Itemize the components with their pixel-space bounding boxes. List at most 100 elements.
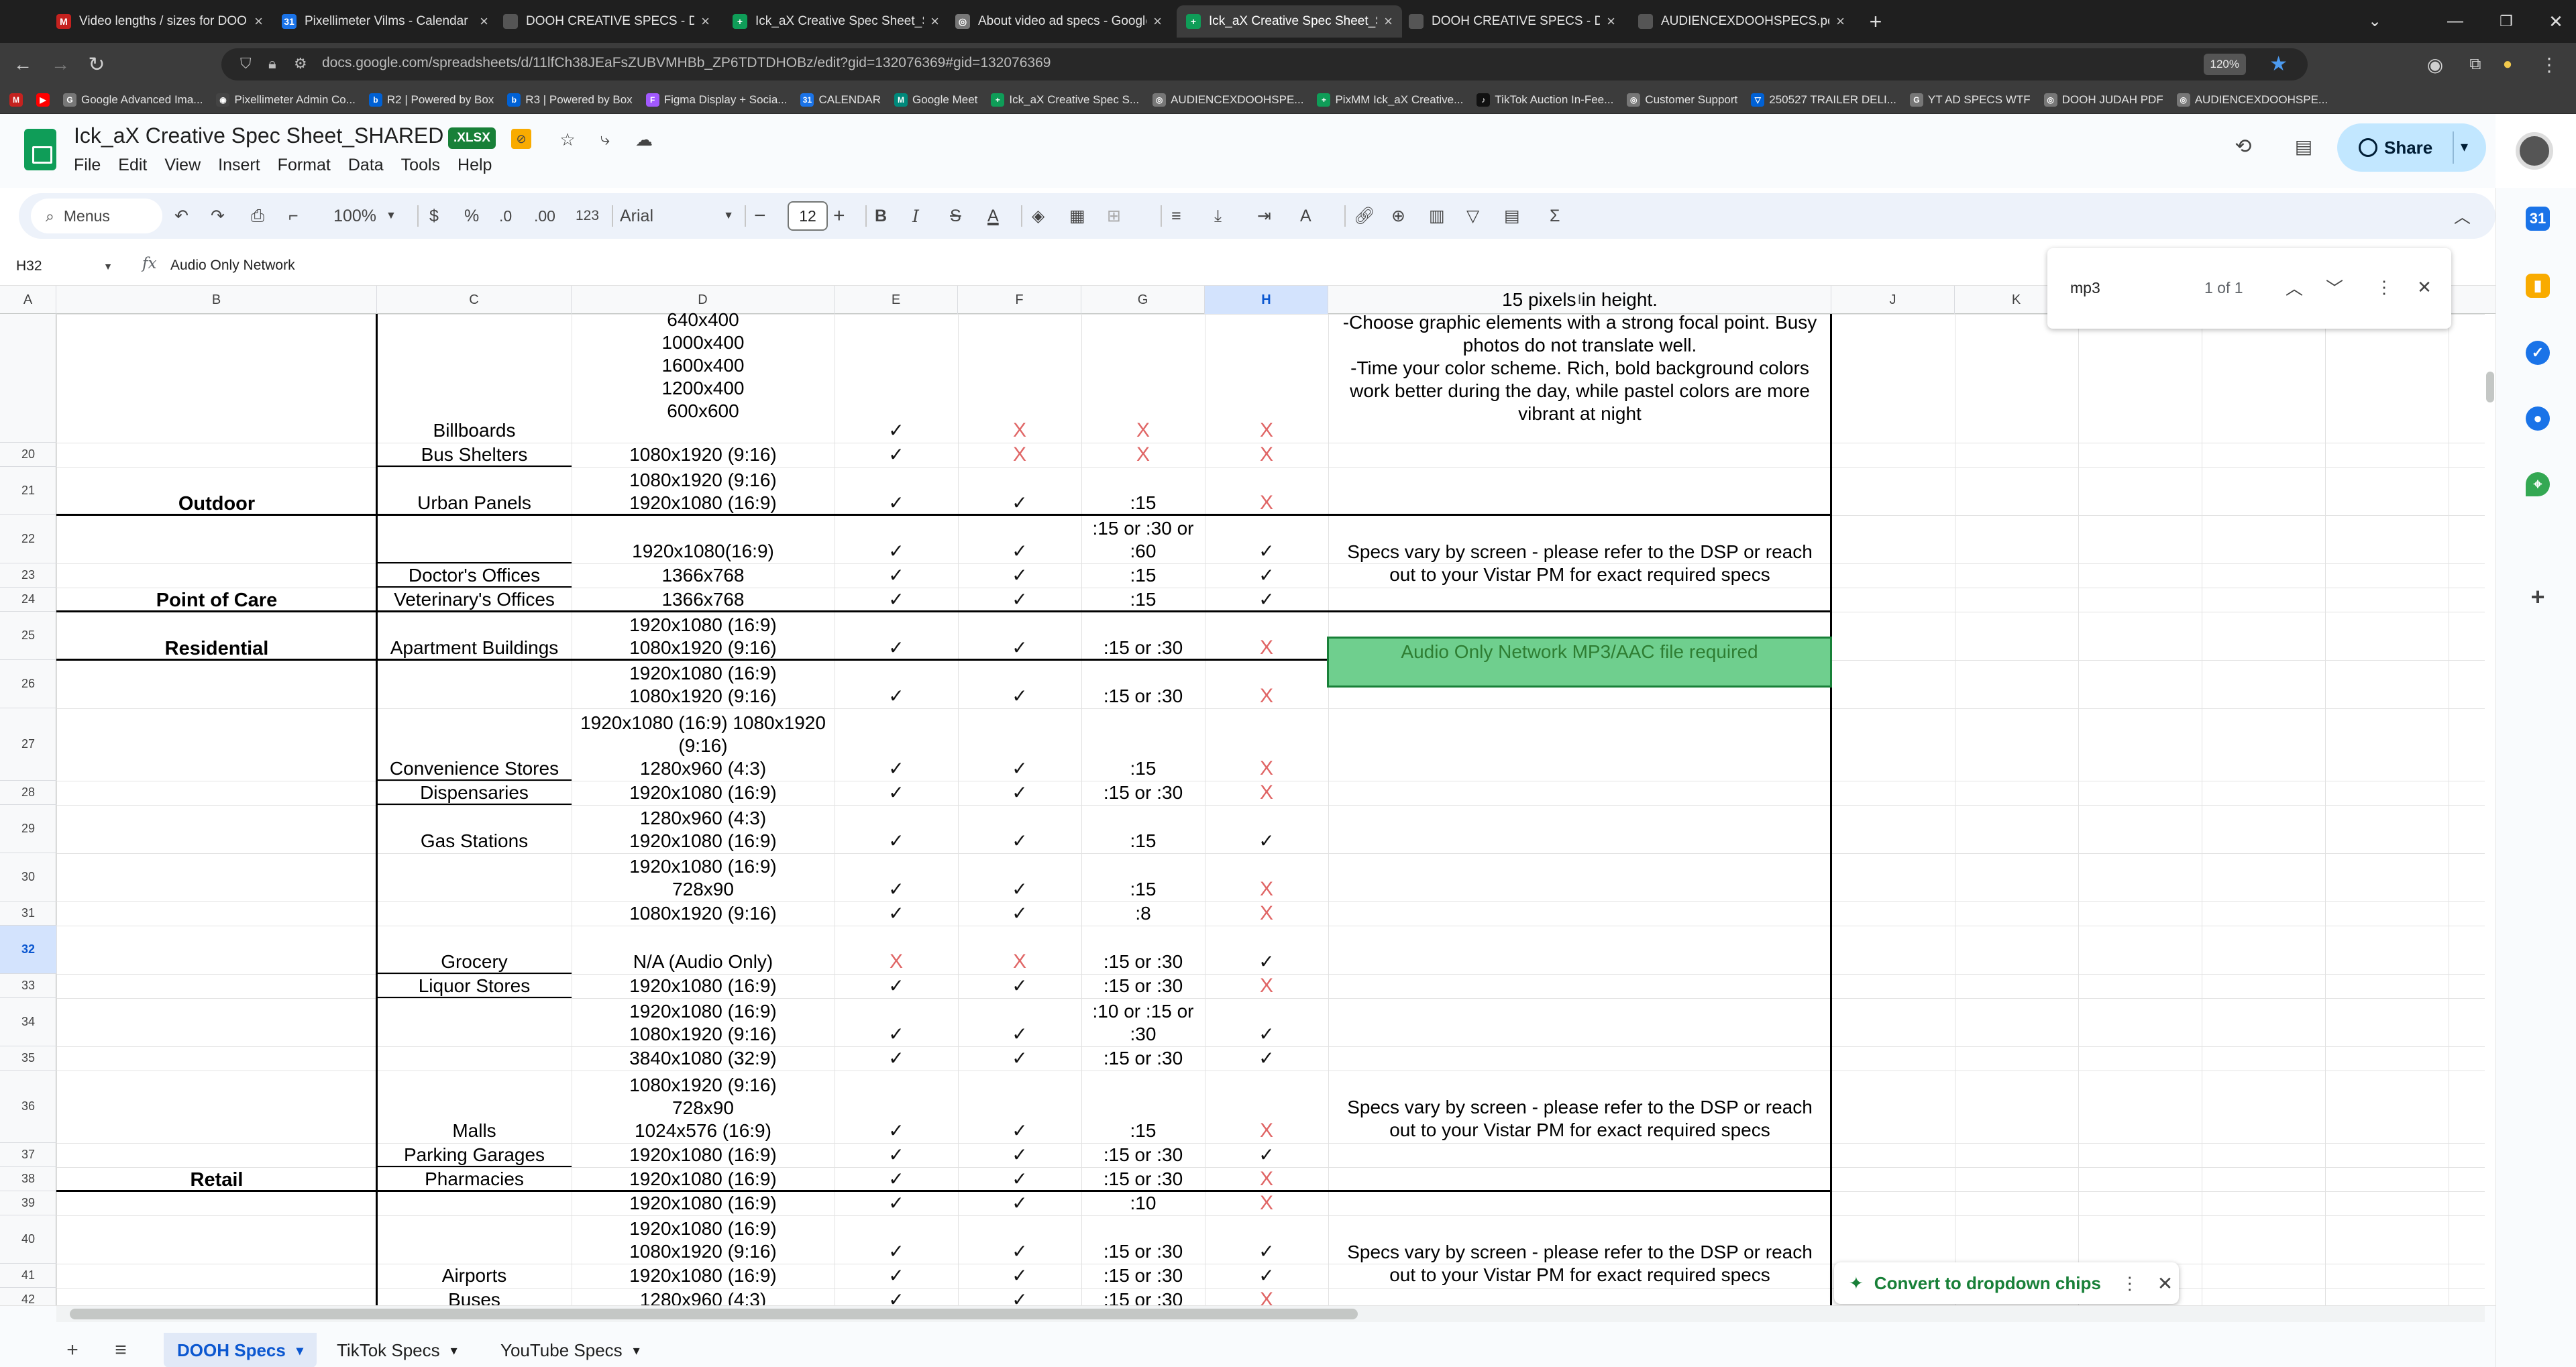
profile-icon[interactable]: ◉ [2422, 51, 2449, 78]
row-header[interactable]: 37 [0, 1143, 56, 1167]
checkmark-icon[interactable]: ✓ [958, 563, 1081, 588]
bookmark-item[interactable]: G Google Advanced Ima... [63, 93, 203, 107]
new-tab-button[interactable]: + [1862, 8, 1889, 35]
bookmark-item[interactable]: ▶ [36, 93, 50, 107]
menu-tools[interactable]: Tools [401, 156, 440, 175]
cell-sizes[interactable]: 1280x960 (4:3) [572, 1288, 835, 1305]
checkmark-icon[interactable]: ✓ [958, 1167, 1081, 1191]
checkmark-icon[interactable]: ✓ [958, 1191, 1081, 1215]
x-mark-icon[interactable]: X [1205, 1191, 1328, 1215]
site-settings-icon[interactable]: ⚙︎ [294, 55, 307, 72]
checkmark-icon[interactable]: ✓ [835, 1215, 958, 1264]
bookmark-item[interactable]: ◉ Pixellimeter Admin Co... [216, 93, 356, 107]
cell-sizes[interactable]: 1366x768 [572, 588, 835, 612]
close-tab-icon[interactable]: × [254, 13, 263, 30]
cell-subcategory[interactable]: Buses [377, 1288, 572, 1305]
x-mark-icon[interactable]: X [1205, 1071, 1328, 1143]
checkmark-icon[interactable]: ✓ [958, 515, 1081, 563]
row-header[interactable]: 35 [0, 1046, 56, 1071]
percent-format-button[interactable]: % [464, 203, 479, 229]
checkmark-icon[interactable]: ✓ [958, 708, 1081, 781]
close-tab-icon[interactable]: × [480, 13, 488, 30]
zoom-indicator[interactable]: 120% [2203, 54, 2246, 75]
checkmark-icon[interactable]: ✓ [1205, 926, 1328, 974]
cell-f[interactable]: :15 or :30 [1081, 974, 1205, 998]
checkmark-icon[interactable]: ✓ [958, 998, 1081, 1046]
checkmark-icon[interactable]: ✓ [835, 974, 958, 998]
checkmark-icon[interactable]: ✓ [835, 853, 958, 901]
row-header[interactable]: 25 [0, 612, 56, 660]
cell-notes[interactable]: Specs vary by screen - please refer to t… [1328, 1046, 1831, 1143]
extension-badge-icon[interactable]: ● [2494, 51, 2521, 78]
row-header[interactable]: 41 [0, 1264, 56, 1288]
cell-f[interactable]: :15 or :30 [1081, 1143, 1205, 1167]
x-mark-icon[interactable]: X [1205, 1288, 1328, 1305]
checkmark-icon[interactable]: ✓ [958, 1264, 1081, 1288]
menu-data[interactable]: Data [348, 156, 384, 175]
row-header[interactable]: 22 [0, 515, 56, 563]
cell-sizes[interactable]: 1920x1080 (16:9) [572, 974, 835, 998]
checkmark-icon[interactable]: ✓ [958, 974, 1081, 998]
bookmark-item[interactable]: + Ick_aX Creative Spec S... [991, 93, 1139, 107]
get-addons-icon[interactable]: + [2526, 583, 2550, 610]
menu-file[interactable]: File [74, 156, 101, 175]
back-icon[interactable]: ← [9, 51, 36, 78]
checkmark-icon[interactable]: ✓ [835, 563, 958, 588]
browser-tab[interactable]: AUDIENCEXDOOHSPECS.pdf × [1629, 5, 1854, 38]
more-options-icon[interactable]: ⋮ [2369, 272, 2399, 302]
checkmark-icon[interactable]: ✓ [958, 781, 1081, 805]
cell-sizes-list[interactable]: 640x400 1000x400 1600x400 1200x400 600x6… [572, 298, 835, 427]
menu-help[interactable]: Help [458, 156, 492, 175]
cell-sizes[interactable]: 3840x1080 (32:9) [572, 1046, 835, 1071]
checkmark-icon[interactable]: ✓ [1205, 588, 1328, 612]
row-header[interactable]: 33 [0, 974, 56, 998]
cell-sizes[interactable]: 1920x1080 (16:9) [572, 781, 835, 805]
checkmark-icon[interactable]: ✓ [835, 708, 958, 781]
cell-sizes[interactable]: 1920x1080 (16:9) 728x90 [572, 853, 835, 901]
checkmark-icon[interactable]: ✓ [958, 1143, 1081, 1167]
cell-subcategory[interactable]: Malls [377, 1071, 572, 1143]
cloud-status-icon[interactable]: ☁ [631, 126, 657, 153]
checkmark-icon[interactable]: ✓ [835, 1191, 958, 1215]
checkmark-icon[interactable]: ✓ [835, 998, 958, 1046]
address-bar[interactable]: ⛉ 🔒︎ ⚙︎ docs.google.com/spreadsheets/d/1… [221, 48, 2308, 80]
checkmark-icon[interactable]: ✓ [958, 1046, 1081, 1071]
fill-color-icon[interactable]: ◈ [1032, 203, 1044, 229]
checkmark-icon[interactable]: ✓ [958, 612, 1081, 660]
x-mark-icon[interactable]: X [1205, 781, 1328, 805]
vertical-align-icon[interactable]: ⤓ [1214, 203, 1222, 229]
row-header[interactable] [0, 314, 56, 443]
checkmark-icon[interactable]: ✓ [835, 901, 958, 926]
browser-tab[interactable]: + Ick_aX Creative Spec Sheet_SH × [1177, 5, 1402, 38]
functions-icon[interactable]: Σ [1550, 203, 1560, 229]
increase-decimal-button[interactable]: .00 [534, 203, 555, 229]
row-header[interactable]: 38 [0, 1167, 56, 1191]
row-header[interactable]: 26 [0, 660, 56, 708]
all-sheets-icon[interactable]: ≡ [106, 1335, 136, 1365]
sheet-tab[interactable]: TikTok Specs ▾ [323, 1333, 471, 1367]
checkmark-icon[interactable]: ✓ [958, 588, 1081, 612]
checkmark-icon[interactable]: ✓ [1205, 1046, 1328, 1071]
share-button[interactable]: Share ▾ [2337, 123, 2486, 172]
formula-input[interactable]: Audio Only Network [170, 258, 295, 274]
cell-subcategory[interactable]: Parking Garages [377, 1143, 572, 1167]
account-avatar[interactable] [2516, 132, 2553, 170]
checkmark-icon[interactable]: ✓ [958, 805, 1081, 853]
bookmark-item[interactable]: ♪ TikTok Auction In-Fee... [1477, 93, 1613, 107]
category-residential[interactable]: Residential [56, 612, 377, 660]
checkmark-icon[interactable]: ✓ [835, 1167, 958, 1191]
bookmark-item[interactable]: ◎ AUDIENCEXDOOHSPE... [1152, 93, 1303, 107]
cell-subcategory[interactable]: Bus Shelters [377, 443, 572, 467]
menu-format[interactable]: Format [278, 156, 331, 175]
column-header[interactable]: J [1831, 286, 1955, 314]
cell-sizes[interactable]: 1280x960 (4:3) 1920x1080 (16:9) [572, 805, 835, 853]
cell-sizes[interactable]: 1080x1920 (9:16) [572, 443, 835, 467]
x-mark-icon[interactable]: X [1205, 612, 1328, 660]
filter-icon[interactable]: ▽ [1466, 203, 1479, 229]
find-input[interactable]: mp3 [2070, 279, 2100, 297]
row-header[interactable]: 34 [0, 998, 56, 1046]
bookmark-item[interactable]: ◎ Customer Support [1627, 93, 1737, 107]
url-text[interactable]: docs.google.com/spreadsheets/d/11lfCh38J… [322, 55, 1051, 71]
document-title[interactable]: Ick_aX Creative Spec Sheet_SHARED [74, 123, 443, 148]
currency-format-button[interactable]: $ [429, 203, 439, 229]
